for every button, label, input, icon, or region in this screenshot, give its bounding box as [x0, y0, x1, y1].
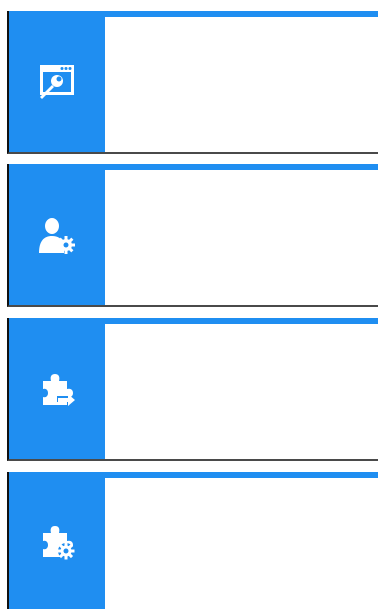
tile-plugin-settings[interactable]	[7, 472, 378, 609]
window-wrench-icon	[37, 62, 77, 102]
user-gear-icon	[37, 215, 77, 255]
plugin-arrow-icon	[37, 369, 77, 409]
tile-content-panel	[105, 324, 378, 459]
tile-icon-area	[9, 472, 105, 609]
tile-content-panel	[105, 170, 378, 305]
tile-content-panel	[105, 17, 378, 152]
tile-window-tools[interactable]	[7, 11, 378, 154]
tile-icon-area	[9, 11, 105, 152]
tile-icon-area	[9, 164, 105, 305]
plugin-gear-icon	[37, 521, 77, 561]
tile-content-panel	[105, 478, 378, 609]
tile-plugin-export[interactable]	[7, 318, 378, 461]
tile-user-settings[interactable]	[7, 164, 378, 307]
tile-icon-area	[9, 318, 105, 459]
